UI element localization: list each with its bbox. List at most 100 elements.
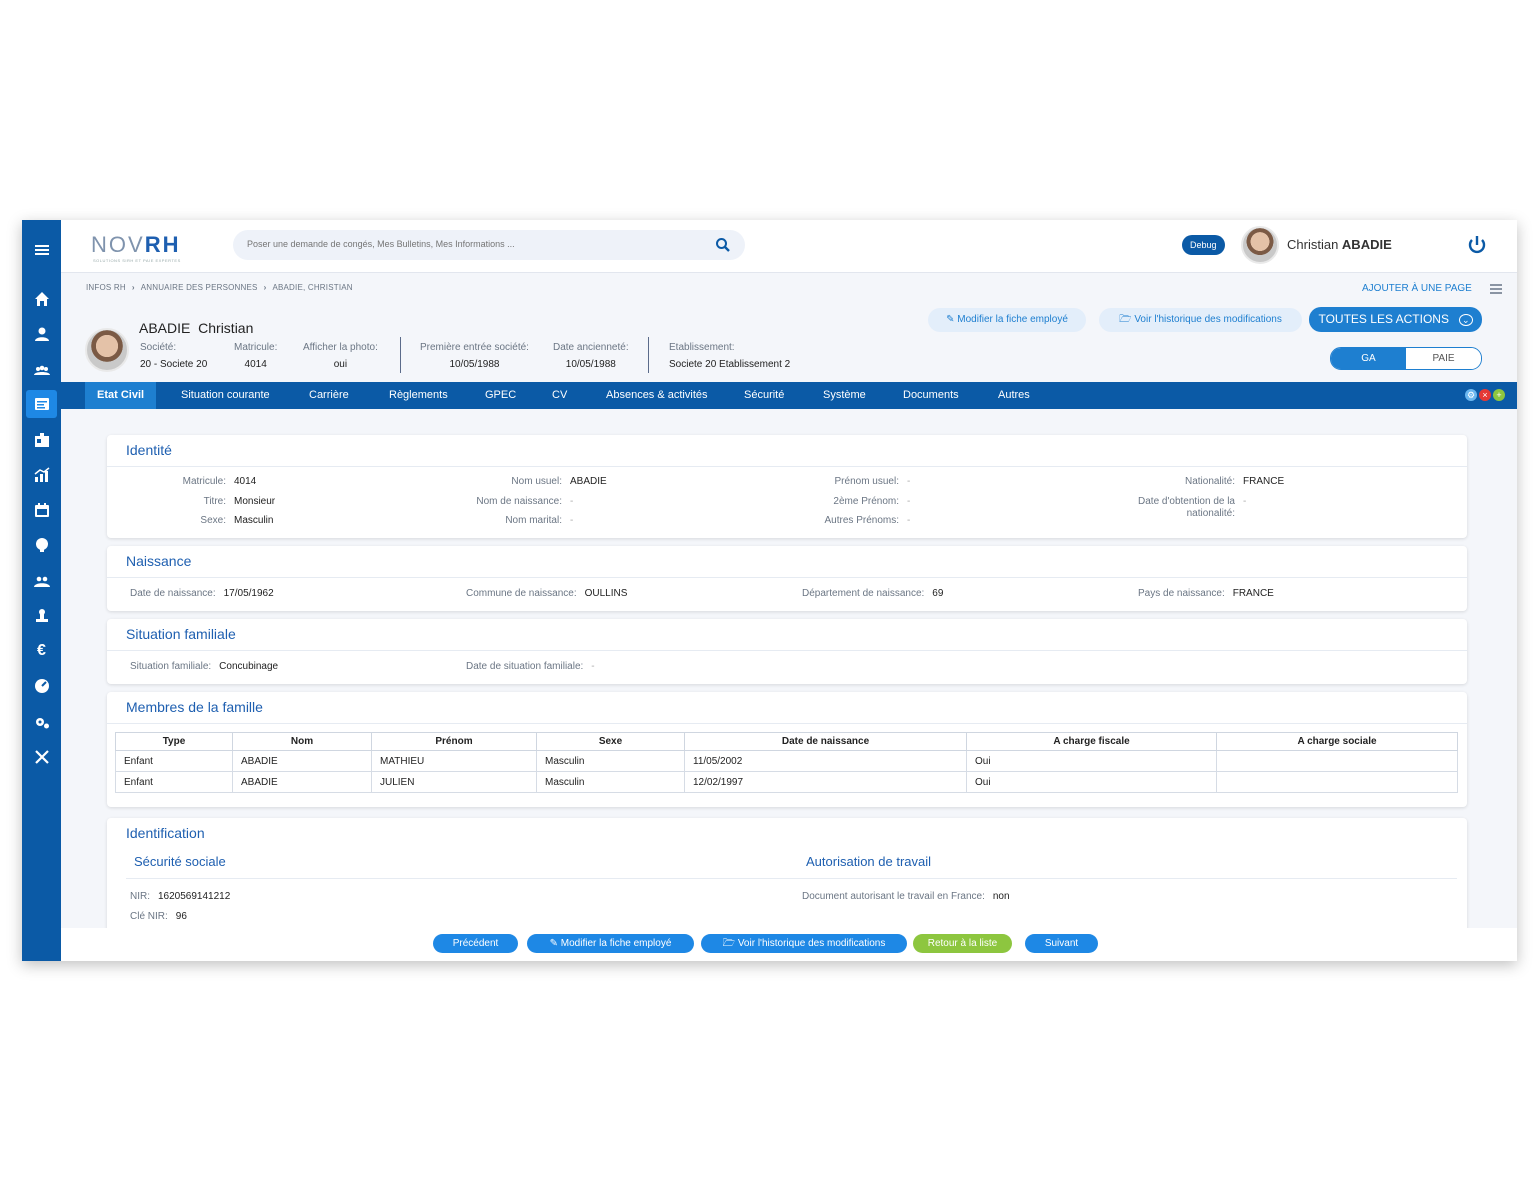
breadcrumb: INFOS RH › ANNUAIRE DES PERSONNES › ABADIE, …	[86, 283, 353, 292]
column-header[interactable]: Nom	[232, 732, 372, 751]
all-actions-button[interactable]: TOUTES LES ACTIONS ⌄	[1309, 307, 1482, 332]
edit-icon: ✎	[946, 314, 958, 325]
establishment-field: Etablissement: Societe 20 Etablissement 2	[669, 342, 791, 370]
cle-nir-row: Clé NIR: 96	[130, 911, 187, 922]
back-to-list-button[interactable]: Retour à la liste	[913, 934, 1012, 953]
add-to-page-link[interactable]: AJOUTER À UNE PAGE	[1362, 283, 1472, 294]
edit-employee-bottom-button[interactable]: ✎ Modifier la fiche employé	[527, 934, 694, 953]
home-icon[interactable]	[26, 285, 57, 313]
column-header[interactable]: A charge fiscale	[966, 732, 1217, 751]
close-icon[interactable]: ×	[1479, 389, 1491, 401]
table-cell: ABADIE	[232, 771, 372, 793]
tab-absences[interactable]: Absences & activités	[594, 382, 720, 409]
tab-gpec[interactable]: GPEC	[473, 382, 528, 409]
second-prenom-row: 2ème Prénom: -	[833, 496, 911, 507]
divider	[107, 466, 1467, 467]
breadcrumb-item[interactable]: ANNUAIRE DES PERSONNES	[141, 283, 258, 292]
section-title: Identité	[126, 442, 172, 458]
nom-usuel-row: Nom usuel: ABADIE	[511, 476, 607, 487]
table-cell	[1216, 771, 1458, 793]
chevron-down-icon: ⌄	[1458, 314, 1473, 326]
group-icon[interactable]	[26, 356, 57, 384]
gear-icon[interactable]: ⚙	[1465, 389, 1477, 401]
debug-button[interactable]: Debug	[1182, 235, 1225, 255]
settings-icon[interactable]	[26, 708, 57, 736]
folder-icon: 🗁	[1119, 314, 1135, 325]
user-name[interactable]: Christian ABADIE	[1287, 237, 1392, 252]
chart-icon[interactable]	[26, 461, 57, 489]
dashboard-icon[interactable]	[26, 672, 57, 700]
breadcrumb-item: ABADIE, CHRISTIAN	[272, 283, 353, 292]
lightbulb-icon[interactable]	[26, 531, 57, 559]
naissance-card: Naissance Date de naissance: 17/05/1962 C…	[107, 546, 1467, 611]
tab-reglements[interactable]: Règlements	[377, 382, 460, 409]
departement-naissance-row: Département de naissance: 69	[802, 588, 944, 599]
column-header[interactable]: Prénom	[371, 732, 537, 751]
tab-carriere[interactable]: Carrière	[297, 382, 361, 409]
sidebar: €	[22, 220, 61, 961]
edit-employee-button[interactable]: ✎ Modifier la fiche employé	[928, 308, 1086, 332]
column-header[interactable]: Date de naissance	[684, 732, 967, 751]
tab-autres[interactable]: Autres	[986, 382, 1042, 409]
pays-naissance-row: Pays de naissance: FRANCE	[1138, 588, 1274, 599]
table-row[interactable]: Enfant ABADIE JULIEN Masculin 12/02/1997…	[115, 771, 1458, 793]
menu-icon[interactable]	[26, 236, 57, 264]
add-icon[interactable]: +	[1493, 389, 1505, 401]
table-header-row: Type Nom Prénom Sexe Date de naissance A…	[115, 732, 1458, 751]
table-cell: Oui	[966, 771, 1217, 793]
euro-icon[interactable]: €	[26, 637, 57, 665]
tab-documents[interactable]: Documents	[891, 382, 971, 409]
list-menu-icon[interactable]	[1490, 284, 1502, 294]
search-input[interactable]	[245, 238, 699, 250]
situation-row: Situation familiale: Concubinage	[130, 661, 279, 672]
calendar-icon[interactable]	[26, 496, 57, 524]
power-icon[interactable]	[1466, 234, 1488, 256]
tab-etat-civil[interactable]: Etat Civil	[85, 382, 157, 409]
column-header[interactable]: Sexe	[536, 732, 685, 751]
folder-icon: 🗁	[722, 938, 738, 949]
prenom-usuel-row: Prénom usuel: -	[834, 476, 911, 487]
edit-icon: ✎	[549, 938, 561, 949]
search-icon[interactable]	[715, 237, 731, 253]
user-avatar[interactable]	[1241, 226, 1279, 264]
tab-bar: Etat Civil Situation courante Carrière R…	[61, 382, 1517, 409]
table-cell: MATHIEU	[371, 750, 537, 772]
ga-toggle-option[interactable]: GA	[1331, 348, 1406, 369]
date-nationalite-row: Date d'obtention de la nationalité:-	[1138, 496, 1247, 519]
securite-sociale-title: Sécurité sociale	[134, 854, 226, 869]
tab-cv[interactable]: CV	[540, 382, 579, 409]
previous-button[interactable]: Précédent	[433, 934, 518, 953]
view-history-button[interactable]: 🗁 Voir l'historique des modifications	[1099, 308, 1302, 332]
tools-icon[interactable]	[26, 743, 57, 771]
divider	[107, 577, 1467, 578]
id-card-icon[interactable]	[26, 390, 57, 418]
person-icon[interactable]	[26, 320, 57, 348]
team-icon[interactable]	[26, 567, 57, 595]
date-situation-row: Date de situation familiale: -	[466, 661, 595, 672]
next-button[interactable]: Suivant	[1025, 934, 1098, 953]
divider	[648, 337, 649, 373]
table-cell: Masculin	[536, 750, 685, 772]
tab-securite[interactable]: Sécurité	[732, 382, 796, 409]
ga-paie-toggle: GA PAIE	[1330, 347, 1482, 370]
autres-prenoms-row: Autres Prénoms: -	[824, 515, 911, 526]
top-bar: NOVRHSOLUTIONS SIRH ET PAIE EXPERTES Deb…	[61, 220, 1517, 273]
table-cell: ABADIE	[232, 750, 372, 772]
table-cell: Masculin	[536, 771, 685, 793]
date-naissance-row: Date de naissance: 17/05/1962	[130, 588, 274, 599]
badge-icon[interactable]	[26, 426, 57, 454]
novrh-logo[interactable]: NOVRH SOLUTIONS SIRH ET PAIE EXPERTES	[91, 232, 180, 263]
breadcrumb-item[interactable]: INFOS RH	[86, 283, 126, 292]
stamp-icon[interactable]	[26, 602, 57, 630]
section-title: Naissance	[126, 553, 192, 569]
table-row[interactable]: Enfant ABADIE MATHIEU Masculin 11/05/200…	[115, 750, 1458, 772]
column-header[interactable]: Type	[115, 732, 233, 751]
tab-systeme[interactable]: Système	[811, 382, 878, 409]
column-header[interactable]: A charge sociale	[1216, 732, 1458, 751]
tab-tools: ⚙ × +	[1465, 389, 1505, 401]
view-history-bottom-button[interactable]: 🗁 Voir l'historique des modifications	[701, 934, 907, 953]
tab-situation-courante[interactable]: Situation courante	[169, 382, 282, 409]
matricule-row: Matricule: 4014	[182, 476, 257, 487]
paie-toggle-option[interactable]: PAIE	[1406, 348, 1481, 369]
identite-card: Identité Matricule: 4014 Titre: Monsieur S…	[107, 435, 1467, 538]
